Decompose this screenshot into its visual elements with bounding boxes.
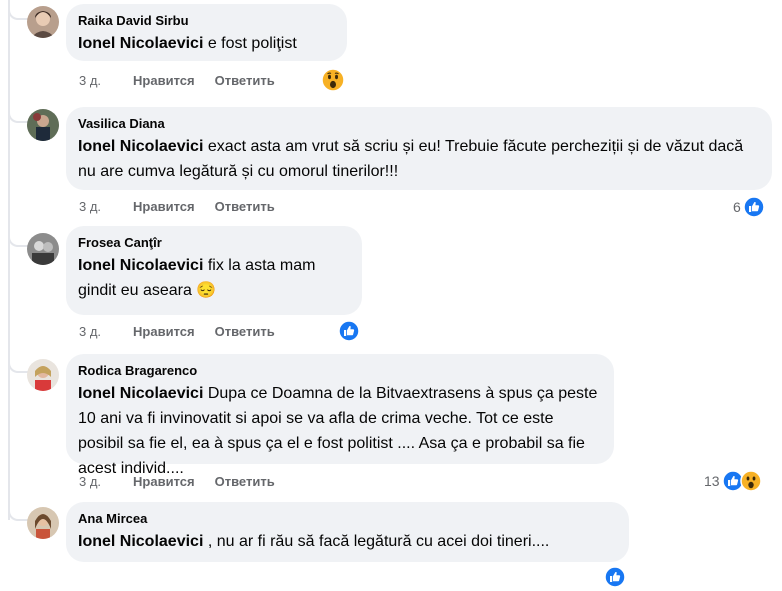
reaction-count: 6 (733, 199, 741, 215)
like-reaction-icon (743, 196, 765, 218)
avatar[interactable] (27, 109, 59, 141)
comment-text: Ionel Nicolaevici e fost poliţist (78, 31, 335, 56)
comment-author[interactable]: Raika David Sirbu (78, 12, 335, 30)
reaction-summary[interactable]: 13 (704, 470, 762, 492)
comment-author[interactable]: Ana Mircea (78, 510, 617, 528)
comment-author[interactable]: Frosea Canţîr (78, 234, 350, 252)
comment-text: Ionel Nicolaevici Dupa ce Doamna de la B… (78, 381, 602, 481)
comment-actions: 3 д. Нравится Ответить (79, 474, 275, 490)
comment-time[interactable]: 3 д. (79, 73, 101, 89)
reply-button[interactable]: Ответить (215, 324, 275, 340)
comment-text: Ionel Nicolaevici , nu ar fi rău să facă… (78, 529, 617, 554)
mention-link[interactable]: Ionel Nicolaevici (78, 257, 203, 274)
mention-link[interactable]: Ionel Nicolaevici (78, 385, 203, 402)
mention-link[interactable]: Ionel Nicolaevici (78, 138, 203, 155)
comment-bubble: Rodica Bragarenco Ionel Nicolaevici Dupa… (66, 354, 614, 477)
avatar[interactable] (27, 6, 59, 38)
comment-body: , nu ar fi rău să facă legătură cu acei … (203, 533, 550, 550)
reaction-summary[interactable] (604, 566, 626, 588)
thread-line (8, 0, 10, 520)
like-reaction-icon (604, 566, 626, 588)
like-button[interactable]: Нравится (133, 199, 195, 215)
reply-button[interactable]: Ответить (215, 474, 275, 490)
comment-bubble: Ana Mircea Ionel Nicolaevici , nu ar fi … (66, 502, 629, 562)
avatar[interactable] (27, 359, 59, 391)
like-reaction-icon (338, 320, 360, 342)
comment-actions: 3 д. Нравится Ответить (79, 324, 275, 340)
comment-actions: 3 д. Нравится Ответить (79, 199, 275, 215)
comment-time[interactable]: 3 д. (79, 199, 101, 215)
wow-reaction-icon (739, 470, 762, 492)
reply-button[interactable]: Ответить (215, 199, 275, 215)
comment-bubble: Vasilica Diana Ionel Nicolaevici exact a… (66, 107, 772, 190)
reaction-summary[interactable] (338, 320, 360, 342)
reply-button[interactable]: Ответить (215, 73, 275, 89)
like-button[interactable]: Нравится (133, 324, 195, 340)
comment-body: e fost poliţist (203, 35, 297, 52)
mention-link[interactable]: Ionel Nicolaevici (78, 533, 203, 550)
comment-actions: 3 д. Нравится Ответить (79, 73, 275, 89)
reaction-count: 13 (704, 473, 720, 489)
comment-time[interactable]: 3 д. (79, 324, 101, 340)
comment-bubble: Raika David Sirbu Ionel Nicolaevici e fo… (66, 4, 347, 61)
reaction-summary[interactable]: 6 (733, 196, 765, 218)
comment-time[interactable]: 3 д. (79, 474, 101, 490)
reaction-summary[interactable] (321, 68, 345, 92)
like-button[interactable]: Нравится (133, 474, 195, 490)
comment-author[interactable]: Rodica Bragarenco (78, 362, 602, 380)
comment-author[interactable]: Vasilica Diana (78, 115, 760, 133)
like-button[interactable]: Нравится (133, 73, 195, 89)
comment-text: Ionel Nicolaevici exact asta am vrut să … (78, 134, 760, 184)
avatar[interactable] (27, 233, 59, 265)
mention-link[interactable]: Ionel Nicolaevici (78, 35, 203, 52)
comment-text: Ionel Nicolaevici fix la asta mam gindit… (78, 253, 350, 303)
comment-bubble: Frosea Canţîr Ionel Nicolaevici fix la a… (66, 226, 362, 315)
avatar[interactable] (27, 507, 59, 539)
wow-reaction-icon (321, 68, 345, 92)
